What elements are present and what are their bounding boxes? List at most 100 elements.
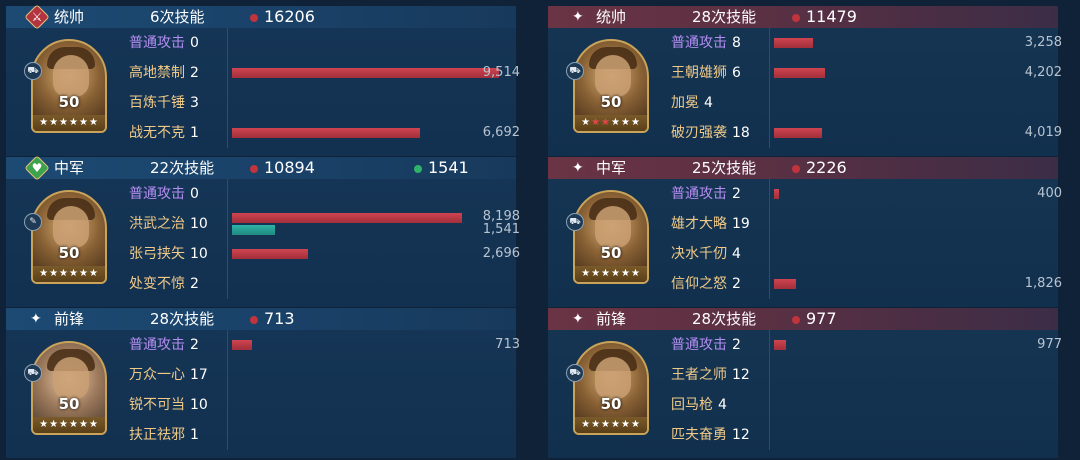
right-unit-panel-2: ✦ 前锋 28次技能 977 50 ★★★★★★ ⛟ 普通攻击 2 977 王者之师 12 回马枪 4 匹夫… [548, 308, 1062, 458]
total-damage: 713 [264, 309, 295, 328]
skill-count: 28次技能 [692, 310, 757, 328]
skill-row: 普通攻击 2 713 [6, 330, 520, 360]
damage-bar [774, 128, 823, 138]
skill-name: 普通攻击 [129, 35, 185, 51]
column-divider [769, 390, 770, 420]
skill-name: 雄才大略 [671, 216, 727, 232]
damage-value: 400 [1037, 186, 1062, 201]
column-divider [769, 58, 770, 88]
unit-role: 中军 [596, 159, 627, 177]
damage-dot-icon [792, 316, 800, 324]
skill-name: 普通攻击 [671, 186, 727, 202]
column-divider [227, 118, 228, 148]
unit-role: 统帅 [54, 8, 85, 26]
skill-row: 普通攻击 0 [6, 28, 516, 58]
total-damage: 977 [806, 309, 837, 328]
skill-cast-count: 2 [732, 186, 741, 202]
heal-dot-icon [414, 165, 422, 173]
damage-bar [774, 189, 779, 199]
column-divider [769, 118, 770, 148]
damage-bar [232, 213, 462, 223]
skill-count: 28次技能 [692, 8, 757, 26]
unit-role: 前锋 [596, 310, 627, 328]
skill-name: 匹夫奋勇 [671, 427, 727, 443]
four-point-star-icon: ✦ [30, 311, 42, 327]
heal-value: 1,541 [482, 222, 520, 237]
column-divider [227, 360, 228, 390]
skill-cast-count: 0 [190, 35, 199, 51]
column-divider [227, 420, 228, 450]
skill-cast-count: 4 [704, 95, 713, 111]
damage-value: 4,202 [1024, 65, 1062, 80]
damage-dot-icon [250, 316, 258, 324]
skill-name: 加冕 [671, 95, 699, 111]
total-damage: 2226 [806, 158, 847, 177]
column-divider [769, 420, 770, 450]
skill-row: 扶正祛邪 1 [6, 420, 516, 450]
skill-cast-count: 2 [732, 276, 741, 292]
skill-row: 王朝雄狮 6 4,202 [548, 58, 1062, 88]
skill-name: 战无不克 [129, 125, 185, 141]
left-unit-panel-0: ⚔ 统帅 6次技能 16206 50 ★★★★★★ ⛟ 普通攻击 0 高地禁制 2 9,514 百炼千锤… [6, 4, 520, 156]
sword-glyph-icon: ⚔ [31, 10, 43, 24]
skill-name: 锐不可当 [129, 397, 185, 413]
damage-dot-icon [792, 14, 800, 22]
damage-value: 4,019 [1024, 125, 1062, 140]
skill-name: 洪武之治 [129, 216, 185, 232]
skill-row: 信仰之怒 2 1,826 [548, 269, 1062, 299]
skill-name: 万众一心 [129, 367, 185, 383]
skill-row: 普通攻击 8 3,258 [548, 28, 1062, 58]
unit-header: ✦ 前锋 28次技能 713 [6, 308, 516, 330]
column-divider [769, 209, 770, 239]
damage-value: 2,696 [482, 246, 520, 261]
total-heal: 1541 [428, 158, 469, 177]
damage-value: 713 [495, 337, 520, 352]
skill-cast-count: 12 [732, 367, 750, 383]
skill-name: 普通攻击 [671, 35, 727, 51]
damage-bar [774, 340, 786, 350]
skill-name: 扶正祛邪 [129, 427, 185, 443]
skill-row: 雄才大略 19 [548, 209, 1058, 239]
skill-cast-count: 1 [190, 125, 199, 141]
skill-row: 匹夫奋勇 12 [548, 420, 1058, 450]
skill-cast-count: 4 [732, 246, 741, 262]
total-damage: 11479 [806, 7, 857, 26]
skill-cast-count: 2 [732, 337, 741, 353]
right-unit-panel-0: ✦ 统帅 28次技能 11479 50 ★★★★★★ ⛟ 普通攻击 8 3,258 王朝雄狮 6 4,2… [548, 6, 1062, 156]
four-point-star-icon: ✦ [572, 311, 584, 327]
damage-value: 3,258 [1024, 35, 1062, 50]
skill-count: 28次技能 [150, 310, 215, 328]
skill-cast-count: 2 [190, 337, 199, 353]
column-divider [227, 58, 228, 88]
heart-glyph-icon: ♥ [31, 161, 43, 175]
skill-row: 百炼千锤 3 [6, 88, 516, 118]
skill-row: 高地禁制 2 9,514 [6, 58, 520, 88]
skill-cast-count: 8 [732, 35, 741, 51]
total-damage: 10894 [264, 158, 315, 177]
skill-row: 万众一心 17 [6, 360, 516, 390]
unit-header: ✦ 中军 25次技能 2226 [548, 157, 1058, 179]
damage-dot-icon [250, 14, 258, 22]
skill-cast-count: 10 [190, 216, 208, 232]
skill-name: 百炼千锤 [129, 95, 185, 111]
column-divider [227, 239, 228, 269]
skill-count: 22次技能 [150, 159, 215, 177]
skill-cast-count: 4 [718, 397, 727, 413]
column-divider [227, 209, 228, 239]
unit-role: 前锋 [54, 310, 85, 328]
four-point-star-icon: ✦ [572, 160, 584, 176]
skill-row: 战无不克 1 6,692 [6, 118, 520, 148]
unit-header: ⚔ 统帅 6次技能 16206 [6, 4, 516, 30]
damage-bar [232, 249, 308, 259]
column-divider [769, 88, 770, 118]
total-damage: 16206 [264, 7, 315, 26]
skill-cast-count: 17 [190, 367, 208, 383]
skill-row: 洪武之治 10 8,198 1,541 [6, 209, 520, 239]
skill-name: 普通攻击 [129, 337, 185, 353]
skill-count: 6次技能 [150, 8, 205, 26]
column-divider [227, 88, 228, 118]
skill-cast-count: 1 [190, 427, 199, 443]
skill-row: 王者之师 12 [548, 360, 1058, 390]
skill-name: 回马枪 [671, 397, 713, 413]
damage-value: 9,514 [482, 65, 520, 80]
